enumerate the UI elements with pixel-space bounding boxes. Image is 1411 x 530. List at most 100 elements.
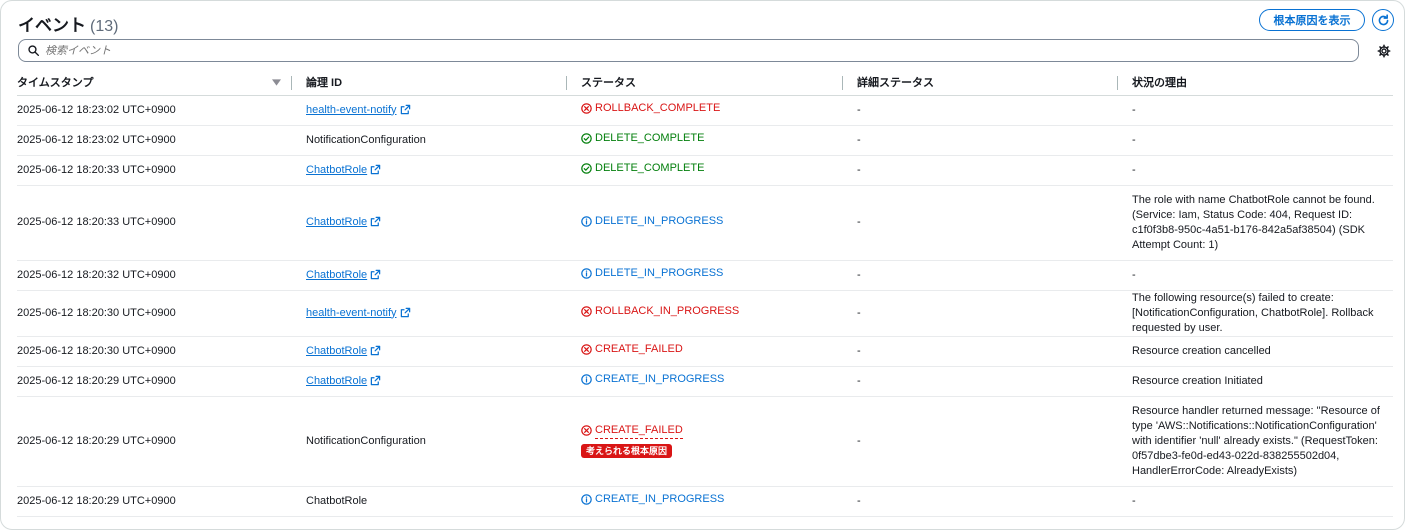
- detailed-status-cell: -: [857, 396, 1132, 487]
- status-cell: DELETE_IN_PROGRESS: [581, 185, 857, 261]
- timestamp-cell: 2025-06-12 18:20:33 UTC+0900: [17, 185, 306, 261]
- sort-descending-icon[interactable]: [272, 79, 281, 86]
- status-text: CREATE_FAILED: [595, 343, 683, 355]
- status-text: ROLLBACK_IN_PROGRESS: [595, 305, 740, 317]
- column-label: タイムスタンプ: [17, 77, 94, 90]
- root-cause-badge[interactable]: 考えられる根本原因: [581, 444, 673, 459]
- success-icon: [581, 133, 592, 144]
- logical-id-link[interactable]: ChatbotRole: [306, 269, 367, 281]
- timestamp-cell: 2025-06-12 18:20:30 UTC+0900: [17, 290, 306, 337]
- status-indicator: ROLLBACK_COMPLETE: [581, 101, 720, 116]
- status-indicator: DELETE_COMPLETE: [581, 161, 704, 176]
- logical-id-link[interactable]: ChatbotRole: [306, 375, 367, 387]
- logical-id-text: NotificationConfiguration: [306, 434, 426, 447]
- table-row: 2025-06-12 18:20:32 UTC+0900 ChatbotRole D…: [17, 260, 1393, 291]
- status-reason-cell: -: [1132, 260, 1393, 291]
- logical-id-link[interactable]: ChatbotRole: [306, 345, 367, 357]
- column-divider[interactable]: [566, 76, 567, 90]
- column-divider[interactable]: [1117, 76, 1118, 90]
- logical-id-cell: NotificationConfiguration: [306, 125, 581, 156]
- logical-id-link[interactable]: ChatbotRole: [306, 164, 367, 176]
- status-text: DELETE_IN_PROGRESS: [595, 214, 724, 227]
- status-cell: CREATE_FAILED: [581, 336, 857, 367]
- status-indicator: CREATE_IN_PROGRESS: [581, 492, 724, 507]
- search-icon: [28, 45, 39, 56]
- column-label: 詳細ステータス: [857, 77, 934, 90]
- column-header-detailed-status[interactable]: 詳細ステータス: [842, 70, 1132, 96]
- column-header-status-reason[interactable]: 状況の理由: [1117, 70, 1393, 96]
- logical-id-cell: ChatbotRole: [306, 336, 581, 367]
- error-icon: [581, 306, 592, 317]
- table-row: 2025-06-12 18:23:02 UTC+0900 Notification…: [17, 125, 1393, 156]
- search-field[interactable]: [18, 39, 1359, 62]
- settings-button[interactable]: [1377, 44, 1391, 58]
- refresh-icon: [1378, 13, 1388, 25]
- refresh-button[interactable]: [1372, 9, 1394, 31]
- column-header-logical-id[interactable]: 論理 ID: [291, 70, 581, 96]
- status-indicator: DELETE_IN_PROGRESS: [581, 214, 723, 229]
- external-link-icon: [370, 345, 381, 355]
- timestamp-cell: 2025-06-12 18:20:29 UTC+0900: [17, 396, 306, 487]
- status-indicator: DELETE_IN_PROGRESS: [581, 266, 723, 281]
- table-body: 2025-06-12 18:23:02 UTC+0900 health-event…: [17, 95, 1393, 517]
- external-link-icon: [370, 216, 381, 227]
- logical-id-cell: ChatbotRole: [306, 260, 581, 291]
- info-icon: [581, 268, 592, 279]
- search-input[interactable]: [45, 44, 645, 57]
- status-reason-cell: The role with name ChatbotRole cannot be…: [1132, 185, 1393, 261]
- column-label: 状況の理由: [1132, 77, 1187, 90]
- logical-id-cell: ChatbotRole: [306, 155, 581, 186]
- error-icon: [581, 103, 592, 114]
- logical-id-text: NotificationConfiguration: [306, 133, 426, 146]
- detailed-status-cell: -: [857, 95, 1132, 126]
- status-indicator: CREATE_IN_PROGRESS: [581, 372, 724, 387]
- table-row: 2025-06-12 18:23:02 UTC+0900 health-event…: [17, 95, 1393, 126]
- table-row: 2025-06-12 18:20:29 UTC+0900 ChatbotRole C…: [17, 486, 1393, 517]
- status-cell: CREATE_IN_PROGRESS: [581, 366, 857, 397]
- logical-id-link[interactable]: health-event-notify: [306, 104, 397, 116]
- status-reason-cell: Resource creation cancelled: [1132, 336, 1393, 367]
- status-text: DELETE_COMPLETE: [595, 132, 705, 144]
- column-divider[interactable]: [842, 76, 843, 90]
- status-reason-cell: The following resource(s) failed to crea…: [1132, 290, 1393, 337]
- gear-icon: [1377, 44, 1391, 58]
- event-count: (13): [90, 18, 119, 35]
- external-link-icon: [370, 164, 381, 174]
- status-reason-cell: -: [1132, 486, 1393, 517]
- logical-id-cell: NotificationConfiguration: [306, 396, 581, 487]
- detailed-status-cell: -: [857, 290, 1132, 337]
- timestamp-cell: 2025-06-12 18:20:30 UTC+0900: [17, 336, 306, 367]
- status-indicator: ROLLBACK_IN_PROGRESS: [581, 304, 739, 319]
- status-indicator[interactable]: CREATE_FAILED: [581, 423, 683, 439]
- column-divider[interactable]: [291, 76, 292, 90]
- table-row: 2025-06-12 18:20:30 UTC+0900 ChatbotRole C…: [17, 336, 1393, 367]
- status-cell: ROLLBACK_IN_PROGRESS: [581, 290, 857, 337]
- logical-id-cell: ChatbotRole: [306, 185, 581, 261]
- status-reason-cell: Resource handler returned message: "Reso…: [1132, 396, 1393, 487]
- external-link-icon: [400, 307, 410, 317]
- error-icon: [581, 344, 592, 355]
- timestamp-cell: 2025-06-12 18:23:02 UTC+0900: [17, 95, 306, 126]
- timestamp-cell: 2025-06-12 18:20:29 UTC+0900: [17, 366, 306, 397]
- column-label: 論理 ID: [306, 77, 343, 90]
- info-icon: [581, 215, 592, 227]
- status-text: CREATE_FAILED: [595, 423, 683, 439]
- column-header-timestamp[interactable]: タイムスタンプ: [17, 70, 306, 96]
- table-row: 2025-06-12 18:20:29 UTC+0900 ChatbotRole C…: [17, 366, 1393, 397]
- events-table: タイムスタンプ 論理 ID ステータス 詳細ステータス 状況の理由 2025-0…: [17, 70, 1393, 517]
- table-row: 2025-06-12 18:20:33 UTC+0900 ChatbotRole D…: [17, 155, 1393, 186]
- success-icon: [581, 163, 592, 174]
- show-root-cause-button[interactable]: 根本原因を表示: [1259, 9, 1365, 31]
- logical-id-link[interactable]: health-event-notify: [306, 307, 397, 319]
- external-link-icon: [370, 269, 381, 279]
- detailed-status-cell: -: [857, 185, 1132, 261]
- logical-id-link[interactable]: ChatbotRole: [306, 216, 367, 228]
- timestamp-cell: 2025-06-12 18:20:33 UTC+0900: [17, 155, 306, 186]
- external-link-icon: [370, 375, 381, 385]
- status-cell: ROLLBACK_COMPLETE: [581, 95, 857, 126]
- logical-id-text: ChatbotRole: [306, 494, 368, 507]
- table-row: 2025-06-12 18:20:33 UTC+0900 ChatbotRole D…: [17, 185, 1393, 261]
- status-text: DELETE_IN_PROGRESS: [595, 267, 724, 279]
- status-text: ROLLBACK_COMPLETE: [595, 102, 721, 114]
- column-header-status[interactable]: ステータス: [566, 70, 857, 96]
